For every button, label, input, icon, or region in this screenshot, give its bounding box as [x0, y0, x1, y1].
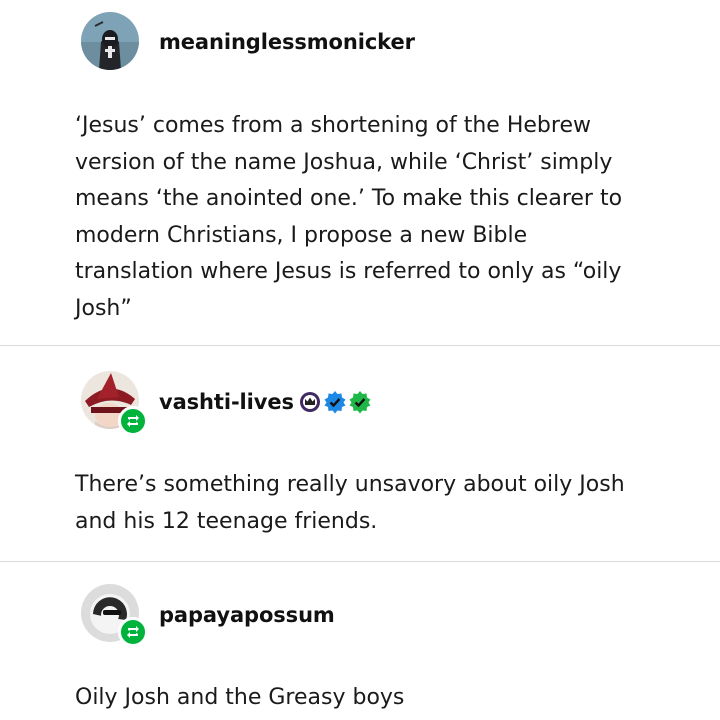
- username[interactable]: papayapossum: [159, 603, 335, 627]
- post-divider: [0, 561, 720, 562]
- reblog-badge: [118, 617, 148, 647]
- body-line: version of the name Joshua, while ‘Chris…: [75, 149, 613, 175]
- avatar-meaninglessmonicker[interactable]: [81, 12, 139, 70]
- post-divider: [0, 345, 720, 346]
- reblog-badge: [118, 406, 148, 436]
- user-badges: [298, 390, 372, 414]
- body-line: and his 12 teenage friends.: [75, 508, 378, 534]
- crown-badge-icon[interactable]: [298, 390, 322, 414]
- hooded-figure-avatar-icon: [81, 12, 139, 70]
- body-line: modern Christians, I propose a new Bible: [75, 222, 528, 248]
- username[interactable]: vashti-lives: [159, 390, 294, 414]
- body-line: ‘Jesus’ comes from a shortening of the H…: [75, 113, 591, 138]
- reblog-icon: [127, 415, 139, 427]
- body-line: There’s something really unsavory about …: [75, 472, 625, 497]
- body-line: translation where Jesus is referred to o…: [75, 259, 622, 284]
- username[interactable]: meaninglessmonicker: [159, 30, 415, 54]
- post-body: Oily Josh and the Greasy boys: [75, 680, 685, 717]
- reblog-icon: [127, 626, 139, 638]
- body-line: means ‘the anointed one.’ To make this c…: [75, 186, 623, 211]
- post-body: There’s something really unsavory about …: [75, 467, 685, 540]
- body-line: Oily Josh and the Greasy boys: [75, 685, 405, 710]
- green-verified-badge-icon[interactable]: [348, 390, 372, 414]
- body-line: Josh”: [75, 295, 132, 321]
- blue-verified-badge-icon[interactable]: [323, 390, 347, 414]
- post-body: ‘Jesus’ comes from a shortening of the H…: [75, 108, 685, 327]
